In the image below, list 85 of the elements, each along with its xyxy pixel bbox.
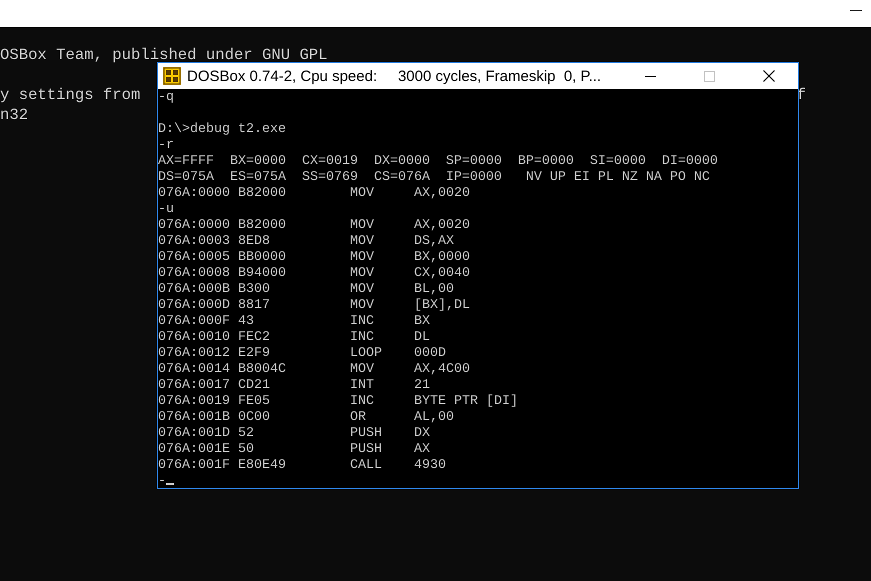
address: 076A:001E [158, 442, 230, 458]
machine-code: B8004C [238, 362, 286, 378]
address: 076A:0008 [158, 266, 230, 282]
address: 076A:0012 [158, 346, 230, 362]
minimize-icon[interactable] [850, 10, 862, 11]
mnemonic: MOV [350, 282, 374, 298]
machine-code: 8ED8 [238, 234, 270, 250]
close-icon [762, 70, 774, 82]
address: 076A:0017 [158, 378, 230, 394]
operands: AX [414, 442, 430, 458]
machine-code: 43 [238, 314, 254, 330]
machine-code: 0C00 [238, 410, 270, 426]
operands: AL,00 [414, 410, 454, 426]
address: 076A:0014 [158, 362, 230, 378]
console-text: OSBox Team, published under GNU GPL [0, 45, 328, 65]
address: 076A:000D [158, 298, 230, 314]
address: 076A:0019 [158, 394, 230, 410]
operands: BL,00 [414, 282, 454, 298]
console-text: f [796, 85, 806, 105]
mnemonic: PUSH [350, 426, 382, 442]
operands: 21 [414, 378, 430, 394]
operands: AX,0020 [414, 186, 470, 202]
maximize-icon [704, 70, 715, 82]
address: 076A:0000 [158, 186, 230, 202]
address: 076A:000F [158, 314, 230, 330]
console-text: n32 [0, 105, 28, 125]
prompt: - [158, 474, 166, 489]
operands: BX [414, 314, 430, 330]
terminal-line: DS=075A ES=075A SS=0769 CS=076A IP=0000 NV UP EI PL NZ NA PO NC [158, 170, 710, 185]
operands: AX,4C00 [414, 362, 470, 378]
machine-code: FEC2 [238, 330, 270, 346]
mnemonic: LOOP [350, 346, 382, 362]
operands: BX,0000 [414, 250, 470, 266]
terminal-line: -q [158, 90, 174, 105]
mnemonic: MOV [350, 298, 374, 314]
mnemonic: MOV [350, 362, 374, 378]
machine-code: BB0000 [238, 250, 286, 266]
machine-code: B94000 [238, 266, 286, 282]
terminal-line: -u [158, 202, 174, 217]
machine-code: E80E49 [238, 458, 286, 474]
mnemonic: INT [350, 378, 374, 394]
address: 076A:0010 [158, 330, 230, 346]
address: 076A:0000 [158, 218, 230, 234]
operands: DS,AX [414, 234, 454, 250]
address: 076A:001D [158, 426, 230, 442]
mnemonic: CALL [350, 458, 382, 474]
address: 076A:001F [158, 458, 230, 474]
mnemonic: INC [350, 314, 374, 330]
operands: 4930 [414, 458, 446, 474]
machine-code: CD21 [238, 378, 270, 394]
operands: BYTE PTR [DI] [414, 394, 518, 410]
terminal-line: D:\>debug t2.exe [158, 122, 286, 137]
mnemonic: MOV [350, 266, 374, 282]
address: 076A:001B [158, 410, 230, 426]
mnemonic: PUSH [350, 442, 382, 458]
machine-code: E2F9 [238, 346, 270, 362]
text-cursor [166, 483, 174, 485]
address: 076A:0005 [158, 250, 230, 266]
machine-code: 52 [238, 426, 254, 442]
machine-code: B300 [238, 282, 270, 298]
app-icon [163, 67, 181, 85]
operands: CX,0040 [414, 266, 470, 282]
address: 076A:0003 [158, 234, 230, 250]
mnemonic: INC [350, 394, 374, 410]
mnemonic: MOV [350, 250, 374, 266]
mnemonic: MOV [350, 218, 374, 234]
operands: AX,0020 [414, 218, 470, 234]
machine-code: B82000 [238, 186, 286, 202]
terminal-line: -r [158, 138, 174, 153]
machine-code: 50 [238, 442, 254, 458]
mnemonic: MOV [350, 186, 374, 202]
operands: [BX],DL [414, 298, 470, 314]
mnemonic: INC [350, 330, 374, 346]
operands: DX [414, 426, 430, 442]
operands: DL [414, 330, 430, 346]
console-text: y settings from [0, 85, 142, 105]
mnemonic: OR [350, 410, 366, 426]
machine-code: B82000 [238, 218, 286, 234]
mnemonic: MOV [350, 234, 374, 250]
address: 076A:000B [158, 282, 230, 298]
terminal-line: AX=FFFF BX=0000 CX=0019 DX=0000 SP=0000 BP=0000 SI=0000 DI=0000 [158, 154, 718, 169]
machine-code: 8817 [238, 298, 270, 314]
window-title: DOSBox 0.74-2, Cpu speed: 3000 cycles, Frameskip 0, P... [187, 68, 602, 84]
machine-code: FE05 [238, 394, 270, 410]
operands: 000D [414, 346, 446, 362]
